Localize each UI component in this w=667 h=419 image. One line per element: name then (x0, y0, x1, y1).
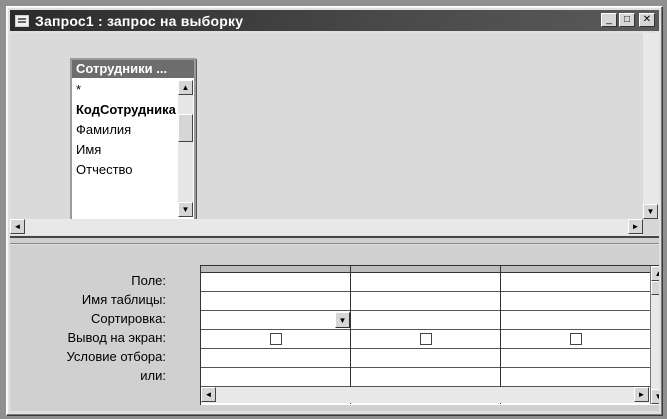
pane-splitter[interactable] (10, 236, 659, 244)
show-checkbox[interactable] (569, 333, 582, 345)
arrow-left-icon: ◄ (13, 221, 22, 231)
grid-row-label: или: (140, 368, 166, 383)
scroll-down-button[interactable]: ▼ (651, 389, 659, 404)
query-window: Запрос1 : запрос на выборку _ □ ✕ Сотруд… (6, 6, 663, 416)
field-list-item[interactable]: Отчество (74, 160, 178, 180)
close-button[interactable]: ✕ (639, 13, 655, 27)
minimize-icon: _ (606, 14, 612, 25)
field-list-employees[interactable]: Сотрудники ... * КодСотрудника Фамилия Имя О… (70, 58, 196, 221)
grid-cell[interactable] (201, 368, 350, 387)
field-list-item[interactable]: * (74, 80, 178, 100)
row-labels: Поле: Имя таблицы: Сортировка: Вывод на экр… (14, 271, 166, 385)
field-list-scrollbar[interactable]: ▲ ▼ (178, 80, 193, 217)
grid-cell[interactable]: ▼ (201, 311, 350, 330)
field-list-items: * КодСотрудника Фамилия Имя Отчество (74, 80, 178, 180)
grid-cell[interactable] (201, 330, 350, 349)
grid-horizontal-scrollbar[interactable]: ◄ ► (201, 387, 649, 403)
column-selector[interactable] (501, 266, 650, 273)
grid-cell[interactable] (201, 349, 350, 368)
title-bar[interactable]: Запрос1 : запрос на выборку _ □ ✕ (10, 10, 659, 31)
window-title: Запрос1 : запрос на выборку (35, 12, 244, 29)
scroll-left-button[interactable]: ◄ (10, 219, 25, 234)
scroll-down-button[interactable]: ▼ (643, 204, 658, 219)
scroll-thumb[interactable] (651, 281, 659, 295)
grid-cell[interactable] (501, 273, 650, 292)
grid-cell[interactable] (201, 273, 350, 292)
grid-cell[interactable] (351, 292, 500, 311)
grid-column (351, 266, 501, 404)
arrow-down-icon: ▼ (654, 391, 659, 401)
grid-row-label: Сортировка: (91, 311, 166, 326)
field-list-title[interactable]: Сотрудники ... (72, 60, 194, 78)
show-checkbox[interactable] (419, 333, 432, 345)
grid-row-label: Вывод на экран: (67, 330, 166, 345)
close-icon: ✕ (642, 14, 652, 25)
arrow-left-icon: ◄ (204, 389, 213, 399)
arrow-down-icon: ▼ (646, 206, 655, 216)
grid-column: ▼ (201, 266, 351, 404)
grid-cell[interactable] (501, 311, 650, 330)
sort-dropdown-button[interactable]: ▼ (335, 312, 350, 328)
scroll-left-button[interactable]: ◄ (201, 387, 216, 402)
grid-column (501, 266, 651, 404)
scroll-corner (643, 219, 659, 235)
arrow-up-icon: ▲ (654, 268, 659, 278)
scroll-down-button[interactable]: ▼ (178, 202, 193, 217)
grid-cell[interactable] (351, 273, 500, 292)
design-grid-pane: Поле: Имя таблицы: Сортировка: Вывод на экр… (10, 245, 659, 411)
scroll-right-button[interactable]: ► (628, 219, 643, 234)
minimize-button[interactable]: _ (601, 13, 617, 27)
maximize-icon: □ (623, 14, 631, 25)
grid-vertical-scrollbar[interactable]: ▲ ▼ (650, 266, 659, 404)
column-selector[interactable] (351, 266, 500, 273)
arrow-up-icon: ▲ (181, 82, 190, 92)
query-icon (15, 14, 29, 27)
show-checkbox[interactable] (269, 333, 282, 345)
maximize-button[interactable]: □ (619, 13, 635, 27)
field-list-item[interactable]: Фамилия (74, 120, 178, 140)
grid-cell[interactable] (351, 368, 500, 387)
grid-cell[interactable] (351, 311, 500, 330)
chevron-down-icon: ▼ (338, 315, 347, 325)
grid-cell[interactable] (501, 292, 650, 311)
arrow-right-icon: ► (637, 389, 646, 399)
arrow-down-icon: ▼ (181, 204, 190, 214)
grid-cell[interactable] (501, 368, 650, 387)
grid-row-label: Имя таблицы: (81, 292, 166, 307)
grid-row-label: Поле: (131, 273, 166, 288)
table-pane-vertical-scrollbar[interactable]: ▼ (643, 33, 659, 219)
field-list-item[interactable]: Имя (74, 140, 178, 160)
arrow-right-icon: ► (631, 221, 640, 231)
grid-cell[interactable] (501, 349, 650, 368)
design-grid: ▼ ▲ ▼ ◄ ► (200, 265, 659, 405)
scroll-up-button[interactable]: ▲ (178, 80, 193, 95)
scroll-right-button[interactable]: ► (634, 387, 649, 402)
grid-cell[interactable] (201, 292, 350, 311)
table-pane-horizontal-scrollbar[interactable]: ◄ ► (10, 219, 643, 235)
scroll-up-button[interactable]: ▲ (651, 266, 659, 281)
grid-cell[interactable] (351, 330, 500, 349)
table-pane: Сотрудники ... * КодСотрудника Фамилия Имя О… (10, 33, 659, 235)
grid-cell[interactable] (501, 330, 650, 349)
field-list-item[interactable]: КодСотрудника (74, 100, 178, 120)
column-selector[interactable] (201, 266, 350, 273)
grid-row-label: Условие отбора: (66, 349, 166, 364)
grid-cell[interactable] (351, 349, 500, 368)
scroll-thumb[interactable] (178, 114, 193, 142)
window-controls: _ □ ✕ (601, 13, 655, 27)
